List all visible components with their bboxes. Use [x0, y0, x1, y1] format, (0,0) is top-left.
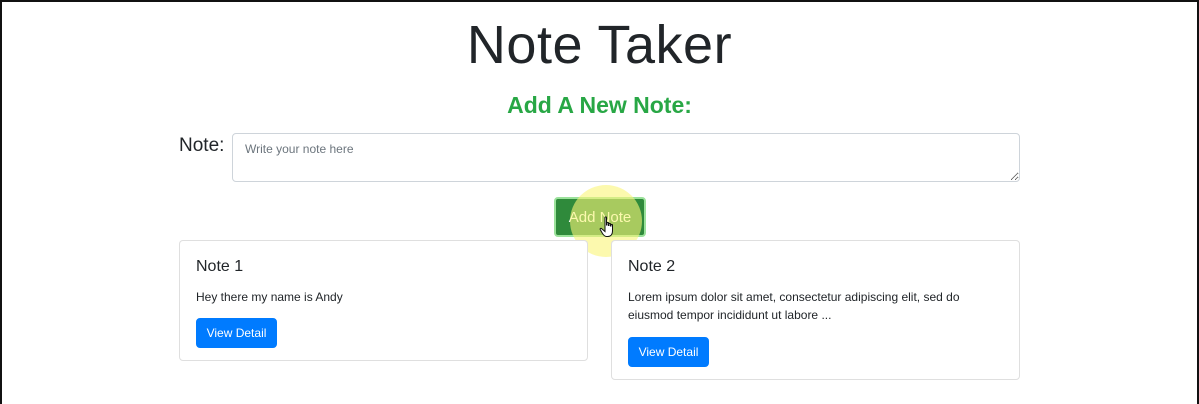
add-note-button[interactable]: Add Note [554, 197, 646, 237]
note-card: Note 1 Hey there my name is Andy View De… [179, 240, 588, 361]
note-card: Note 2 Lorem ipsum dolor sit amet, conse… [611, 240, 1020, 380]
view-detail-button[interactable]: View Detail [196, 318, 277, 348]
note-field-label: Note: [179, 135, 225, 156]
note-card-body: Lorem ipsum dolor sit amet, consectetur … [628, 290, 960, 322]
note-card-title: Note 2 [628, 258, 676, 275]
note-card-body: Hey there my name is Andy [196, 290, 343, 304]
page-title: Note Taker [466, 15, 733, 75]
form-heading: Add A New Note: [507, 92, 692, 118]
note-card-title: Note 1 [196, 258, 244, 275]
app-window: Note Taker Add A New Note: Note: Add Not… [2, 2, 1197, 404]
view-detail-button[interactable]: View Detail [628, 337, 709, 367]
note-input[interactable] [232, 133, 1020, 182]
